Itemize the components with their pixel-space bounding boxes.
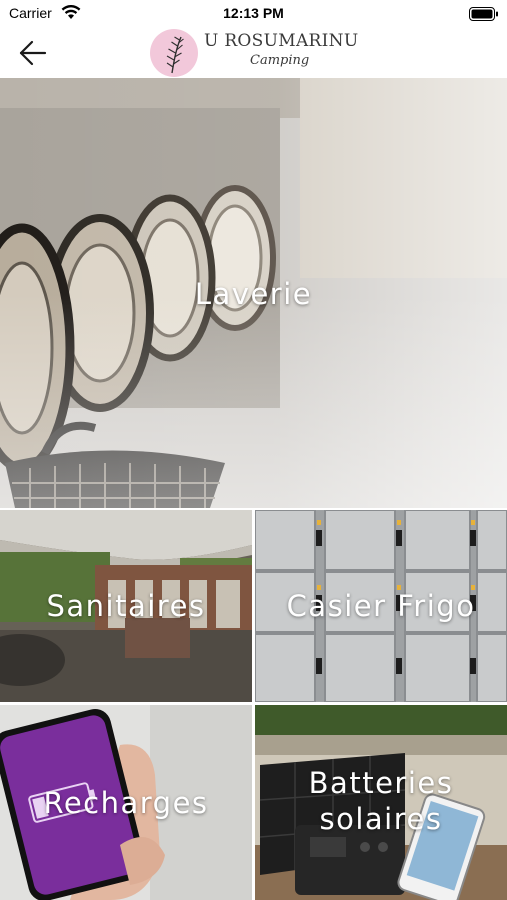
battery-icon: [469, 6, 499, 25]
back-button[interactable]: [12, 36, 52, 70]
tile-sanitaires[interactable]: Sanitaires: [0, 510, 252, 702]
rosemary-emblem-icon: [150, 29, 198, 77]
tile-laverie[interactable]: Laverie: [0, 78, 507, 508]
tile-label-casier-frigo: Casier Frigo: [286, 589, 476, 623]
status-bar: Carrier 12:13 PM: [0, 0, 507, 28]
arrow-left-icon: [19, 40, 47, 66]
tile-casier-frigo[interactable]: Casier Frigo: [255, 510, 507, 702]
tile-batteries-solaires[interactable]: Batteries solaires: [255, 705, 507, 900]
nav-bar: U ROSUMARINU Camping: [0, 28, 507, 78]
tile-label-sanitaires: Sanitaires: [46, 589, 206, 623]
tile-label-recharges: Recharges: [43, 786, 209, 820]
tile-label-batteries-solaires: Batteries solaires: [308, 766, 454, 837]
brand-subtitle: Camping: [250, 53, 310, 68]
tile-recharges[interactable]: Recharges: [0, 705, 252, 900]
brand-name: U ROSUMARINU: [204, 31, 359, 51]
brand-logo: U ROSUMARINU Camping: [150, 28, 370, 78]
status-time: 12:13 PM: [223, 5, 284, 21]
tile-label-laverie: Laverie: [194, 277, 313, 311]
